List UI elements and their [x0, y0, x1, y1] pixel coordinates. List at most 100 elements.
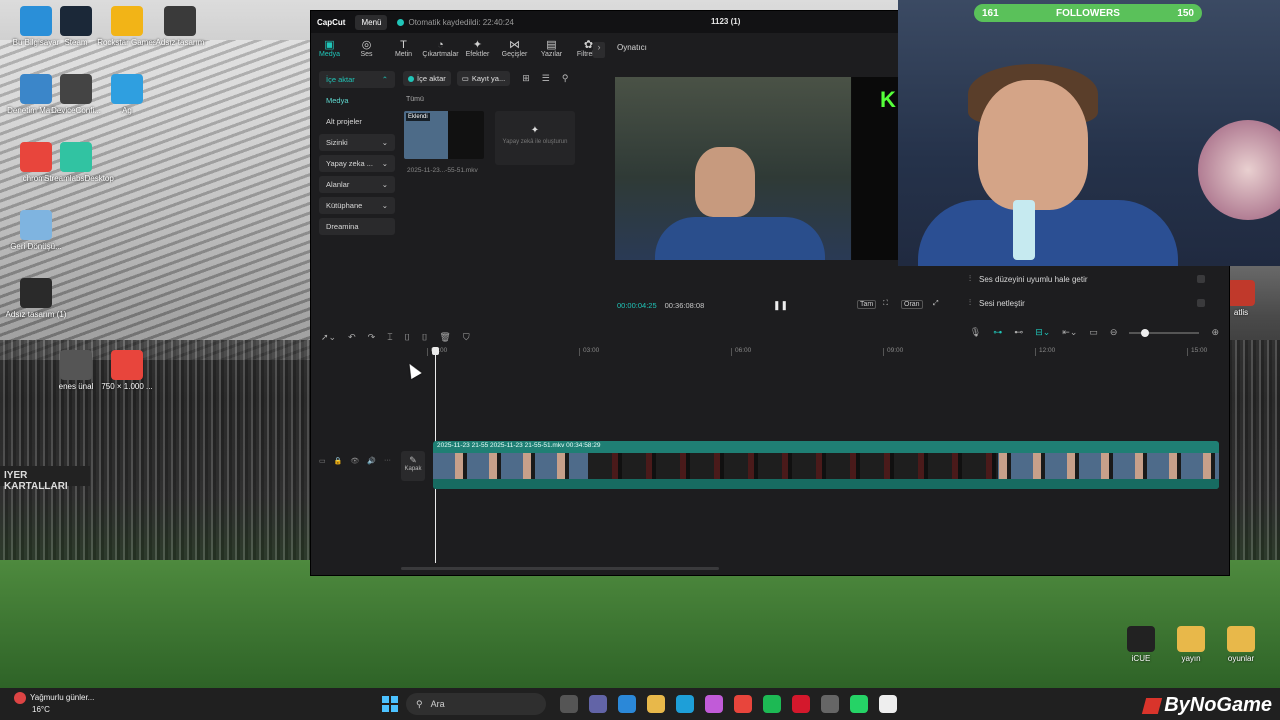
snap-icon[interactable]: ⇤⌄: [1062, 327, 1077, 338]
desktop-icon[interactable]: iCUE: [1116, 626, 1166, 663]
ai-create-card[interactable]: ✦ Yapay zekâ ile oluşturun: [495, 111, 575, 165]
webcam-overlay: 161 FOLLOWERS 150: [898, 0, 1280, 266]
task-view-icon[interactable]: [560, 695, 578, 713]
file-explorer-icon[interactable]: [647, 695, 665, 713]
capcut-icon[interactable]: [879, 695, 897, 713]
weather-widget[interactable]: Yağmurlu günler... 16°C: [14, 692, 94, 715]
grid-view-icon[interactable]: ⊞: [522, 73, 530, 84]
project-title[interactable]: 1123 (1): [711, 17, 740, 26]
more-icon[interactable]: ···: [384, 457, 391, 465]
opera-icon[interactable]: [792, 695, 810, 713]
link-icon[interactable]: ⊷: [1014, 327, 1023, 338]
tool-glyph-icon: ◎: [361, 39, 372, 51]
search-label: Ara: [430, 699, 445, 709]
trim-left-icon[interactable]: ⌷: [405, 332, 410, 343]
sidebar-item[interactable]: Medya: [319, 92, 395, 109]
caption-icon[interactable]: ▭: [1089, 327, 1098, 338]
steam-icon: [60, 6, 92, 36]
desktop-icon[interactable]: oyunlar: [1216, 626, 1266, 663]
tool-glyph-icon: ◔: [437, 39, 444, 51]
teams-icon[interactable]: [589, 695, 607, 713]
spotify-icon[interactable]: [763, 695, 781, 713]
desktop-icon[interactable]: Adsız tasarım: [148, 6, 212, 47]
desktop-icon[interactable]: Ag: [95, 74, 159, 115]
tools-next-arrow-icon[interactable]: ›: [593, 42, 605, 58]
copilot-icon[interactable]: [705, 695, 723, 713]
tab-metin[interactable]: T Metin: [385, 35, 422, 67]
timeline-ruler[interactable]: 00:00 03:00 06:00 09:00 12:00 15:00: [426, 347, 1221, 359]
whatsapp-icon[interactable]: [850, 695, 868, 713]
desktop-icon-label: yayın: [1181, 654, 1201, 663]
audio-option[interactable]: ⫶ Ses düzeyini uyumlu hale getir: [961, 267, 1213, 291]
tab-efektler[interactable]: ✦ Efektler: [459, 35, 496, 67]
tab-medya[interactable]: ▣ Medya: [311, 35, 348, 67]
zoom-slider[interactable]: [1129, 328, 1200, 337]
crop-icon[interactable]: ⛶: [881, 300, 890, 308]
timeline-clip[interactable]: 2025-11-23 21-55 2025-11-23 21-55-51.mkv…: [433, 441, 1219, 489]
preview-axis-icon[interactable]: ⊟⌄: [1035, 327, 1050, 338]
sort-icon[interactable]: ☰: [542, 73, 550, 84]
chrome-icon[interactable]: [734, 695, 752, 713]
trim-right-icon[interactable]: ⌷: [422, 332, 427, 343]
record-button[interactable]: ▭ Kayıt ya...: [456, 71, 511, 86]
audio-option[interactable]: ⫶ Sesi netleştir: [961, 291, 1213, 315]
sidebar-item[interactable]: Sizinki ⌄: [319, 134, 395, 151]
tab-yazılar[interactable]: ▤ Yazılar: [533, 35, 570, 67]
magnet-icon[interactable]: ⊶: [993, 327, 1002, 338]
track-thumbnail-icon[interactable]: ▭: [319, 457, 326, 465]
cover-button[interactable]: ✎ Kapak: [401, 451, 425, 481]
desktop-icon[interactable]: Adsız tasarım (1): [4, 278, 68, 319]
lock-icon[interactable]: 🔒: [334, 457, 343, 465]
media-clip-thumbnail[interactable]: Eklendi: [404, 111, 484, 159]
edge-icon[interactable]: [676, 695, 694, 713]
fullscreen-mode-button[interactable]: Tam: [857, 300, 877, 309]
undo-icon[interactable]: ↶: [348, 332, 356, 343]
expand-icon[interactable]: ⤢: [931, 300, 941, 308]
sidebar-item[interactable]: Alanlar ⌄: [319, 176, 395, 193]
store-icon[interactable]: [618, 695, 636, 713]
redo-icon[interactable]: ↷: [368, 332, 376, 343]
microphone-icon[interactable]: 🎙: [970, 327, 981, 338]
sidebar-item-label: Sizinki: [326, 138, 348, 147]
taskbar-search[interactable]: ⚲ Ara: [406, 693, 546, 715]
split-icon[interactable]: ⌶: [387, 332, 392, 343]
tab-çıkartmalar[interactable]: ◔ Çıkartmalar: [422, 35, 459, 67]
timeline-scrollbar[interactable]: [401, 567, 719, 570]
cover-label: Kapak: [404, 466, 422, 472]
desktop-icon-label: Adsız tasarım: [155, 38, 205, 47]
taskbar: Yağmurlu günler... 16°C ⚲ Ara ByNoGame: [0, 688, 1280, 720]
toggle-switch[interactable]: [1197, 299, 1205, 307]
zoom-in-icon[interactable]: ⊕: [1211, 327, 1219, 338]
eye-icon[interactable]: 👁: [350, 457, 359, 465]
device-icon: [60, 74, 92, 104]
desktop-icon[interactable]: yayın: [1166, 626, 1216, 663]
sidebar-item[interactable]: Yapay zeka ... ⌄: [319, 155, 395, 172]
shield-icon[interactable]: ⛉: [463, 332, 470, 343]
import-button[interactable]: İçe aktar: [403, 71, 451, 86]
sidebar-item[interactable]: Kütüphane ⌄: [319, 197, 395, 214]
app-icon[interactable]: [821, 695, 839, 713]
select-tool-icon[interactable]: ➚⌄: [321, 332, 336, 343]
timeline-right-tools: 🎙 ⊶ ⊷ ⊟⌄ ⇤⌄ ▭ ⊖ ⊕: [970, 327, 1219, 338]
tab-geçişler[interactable]: ⋈ Geçişler: [496, 35, 533, 67]
desktop-icon[interactable]: StreamlabsDesktop: [44, 142, 114, 183]
zoom-slider-thumb[interactable]: [1141, 328, 1150, 337]
filter-icon[interactable]: ⚲: [562, 73, 569, 84]
ai-create-label: Yapay zekâ ile oluşturun: [502, 139, 568, 145]
delete-icon[interactable]: 🗑: [439, 332, 450, 343]
webcam-ball: [1198, 120, 1280, 220]
desktop-icon[interactable]: 750 × 1.000 ...: [95, 350, 159, 391]
sidebar-item[interactable]: İçe aktar ⌃: [319, 71, 395, 88]
desktop-icon[interactable]: Geri Dönüşü...: [4, 210, 68, 251]
aspect-ratio-button[interactable]: Oran: [901, 300, 923, 309]
sidebar-item[interactable]: Alt projeler: [319, 113, 395, 130]
sidebar-item[interactable]: Dreamina: [319, 218, 395, 235]
speaker-icon[interactable]: 🔊: [367, 457, 376, 465]
menu-button[interactable]: Menü: [355, 14, 388, 30]
pause-icon[interactable]: ❚❚: [773, 300, 788, 311]
toggle-switch[interactable]: [1197, 275, 1205, 283]
tab-ses[interactable]: ◎ Ses: [348, 35, 385, 67]
start-button[interactable]: [382, 696, 398, 712]
zoom-out-icon[interactable]: ⊖: [1110, 327, 1118, 338]
ruler-tick-label: 03:00: [578, 347, 600, 356]
